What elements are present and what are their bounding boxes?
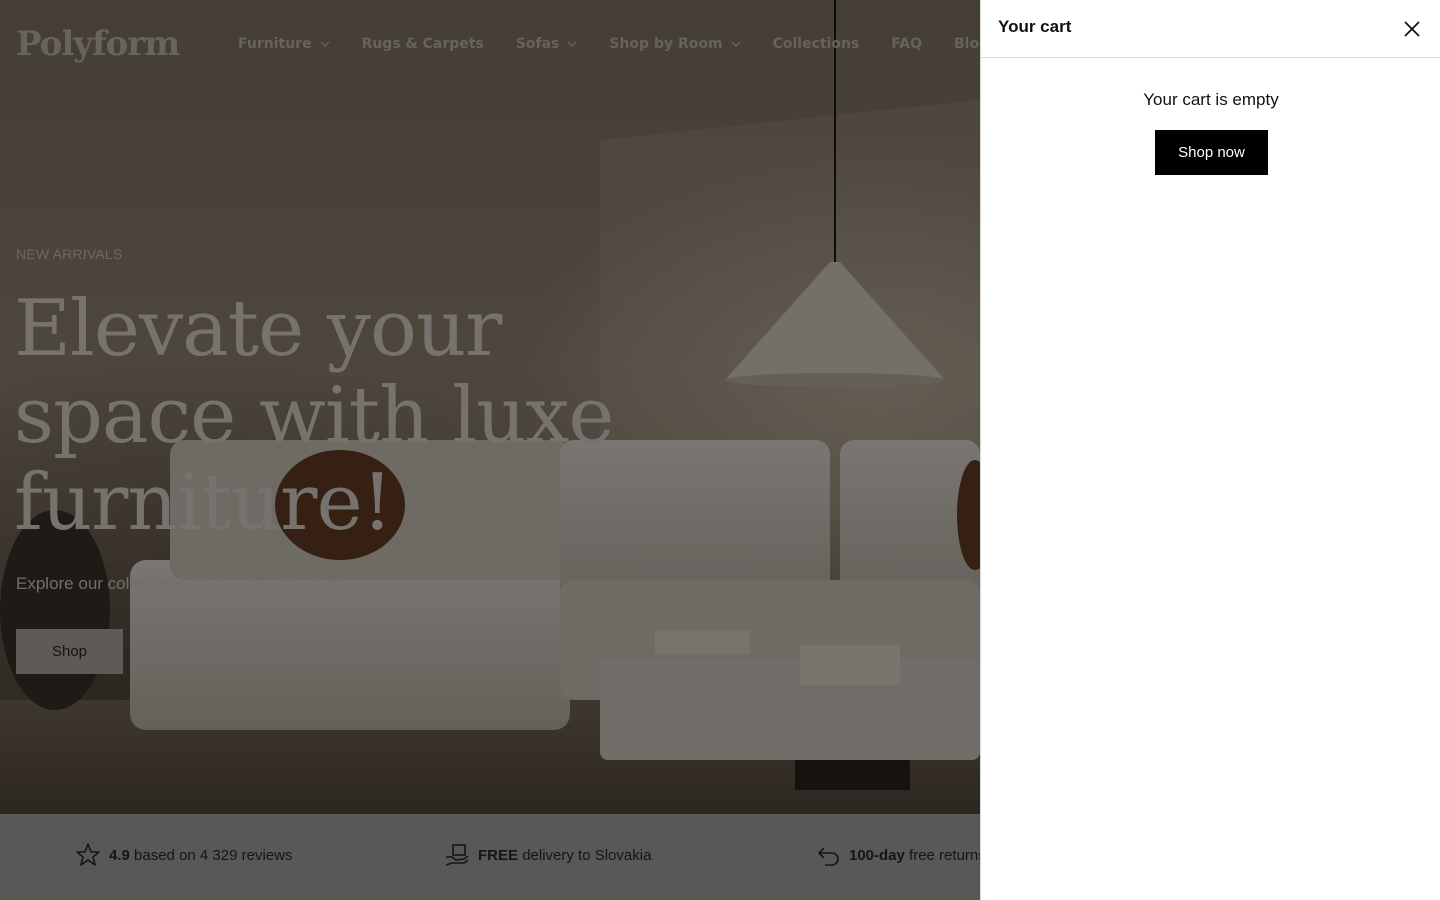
cart-title: Your cart bbox=[998, 17, 1072, 36]
cart-header: Your cart bbox=[981, 0, 1440, 58]
shop-now-button[interactable]: Shop now bbox=[1155, 130, 1268, 175]
cart-drawer: Your cart Your cart is empty Shop now bbox=[980, 0, 1440, 900]
close-icon[interactable] bbox=[1401, 18, 1423, 40]
cart-empty-message: Your cart is empty bbox=[1143, 90, 1279, 109]
